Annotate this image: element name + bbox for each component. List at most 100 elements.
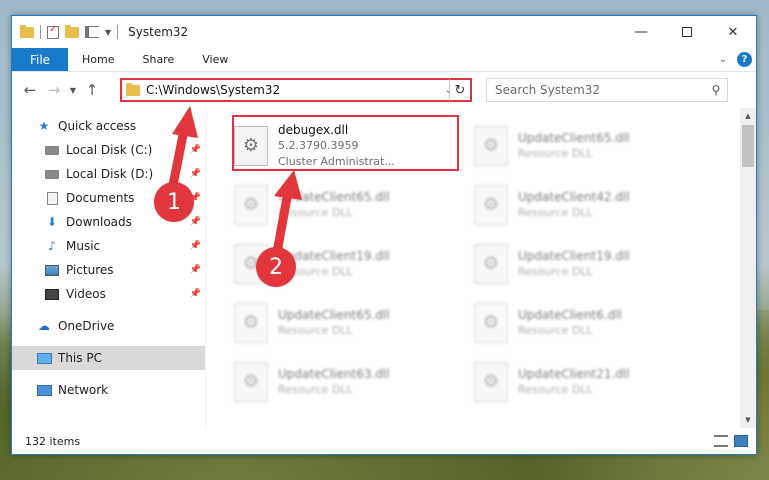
tab-share[interactable]: Share (128, 48, 188, 71)
vertical-scrollbar[interactable]: ▲ ▼ (740, 108, 756, 428)
file-tile[interactable]: ⚙ UpdateClient6.dll Resource DLL (470, 293, 710, 352)
file-detail: Resource DLL (518, 323, 593, 337)
sidebar-item-this-pc[interactable]: This PC (12, 346, 205, 370)
tab-view[interactable]: View (188, 48, 242, 71)
sidebar-item-label: Quick access (58, 119, 137, 133)
search-input[interactable] (495, 83, 705, 97)
up-button[interactable]: ↑ (80, 78, 104, 102)
file-name: UpdateClient21.dll (518, 366, 630, 381)
file-info: UpdateClient42.dll Resource DLL (518, 189, 630, 221)
tab-file[interactable]: File (12, 48, 68, 71)
navigation-bar: ← → ▼ ↑ C:\Windows\System32 ⌄ ↻ ⚲ (12, 72, 756, 108)
file-name: UpdateClient6.dll (518, 307, 622, 322)
file-name: UpdateClient65.dll (278, 307, 390, 322)
file-tile[interactable]: ⚙ UpdateClient63.dll Resource DLL (230, 352, 470, 411)
forward-button[interactable]: → (42, 78, 66, 102)
details-view-icon[interactable] (714, 435, 728, 447)
sidebar-item-label: Network (58, 383, 109, 397)
file-info: UpdateClient21.dll Resource DLL (518, 366, 630, 398)
sidebar-item-onedrive[interactable]: ☁ OneDrive (12, 314, 205, 338)
window-title: System32 (128, 25, 189, 39)
refresh-icon: ↻ (454, 82, 466, 98)
file-info: UpdateClient65.dll Resource DLL (518, 130, 630, 162)
dll-file-gear-icon: ⚙ (474, 125, 508, 166)
callout-badge-2: 2 (256, 247, 296, 287)
file-detail: Resource DLL (278, 382, 353, 396)
hard-disk-icon (44, 167, 60, 181)
scroll-up-chevron-icon[interactable]: ▲ (740, 108, 756, 124)
pin-icon: 📌 (189, 289, 201, 299)
sidebar-item-network[interactable]: Network (12, 378, 205, 402)
file-info: UpdateClient65.dll Resource DLL (278, 307, 390, 339)
address-path[interactable]: C:\Windows\System32 (146, 83, 441, 97)
view-options-icon[interactable] (85, 26, 99, 38)
sidebar-item-pictures[interactable]: Pictures 📌 (12, 258, 205, 282)
quick-access-toolbar: ▼ (12, 24, 119, 39)
customize-toolbar-chevron-icon[interactable]: ▼ (105, 28, 111, 37)
search-icon[interactable]: ⚲ (705, 83, 727, 97)
network-icon (36, 383, 52, 397)
dll-file-gear-icon: ⚙ (474, 302, 508, 343)
file-tile[interactable]: ⚙ UpdateClient19.dll Resource DLL (470, 234, 710, 293)
address-bar[interactable]: C:\Windows\System32 ⌄ (120, 78, 459, 102)
file-info: UpdateClient19.dll Resource DLL (518, 248, 630, 280)
file-detail: Resource DLL (518, 264, 593, 278)
tiles-view-icon[interactable] (734, 435, 748, 447)
ribbon-tabs: File Home Share View ⌄ ? (12, 48, 756, 72)
help-icon[interactable]: ? (737, 52, 752, 67)
sidebar-item-label: Music (66, 239, 101, 253)
sidebar-item-videos[interactable]: Videos 📌 (12, 282, 205, 306)
file-detail: Resource DLL (518, 382, 593, 396)
dll-file-gear-icon: ⚙ (474, 361, 508, 402)
properties-icon[interactable] (47, 24, 59, 39)
file-name: UpdateClient65.dll (518, 130, 630, 145)
refresh-button[interactable]: ↻ (449, 78, 472, 102)
pictures-icon (44, 263, 60, 277)
sidebar-item-label: Local Disk (D:) (66, 167, 154, 181)
sidebar-item-label: Documents (66, 191, 135, 205)
file-info: UpdateClient6.dll Resource DLL (518, 307, 622, 339)
minimize-button[interactable]: — (618, 16, 664, 48)
toolbar-separator (117, 25, 119, 39)
close-button[interactable]: ✕ (710, 16, 756, 48)
file-tile[interactable]: ⚙ UpdateClient65.dll Resource DLL (470, 116, 710, 175)
up-arrow-icon: ↑ (85, 81, 99, 99)
dll-file-gear-icon: ⚙ (474, 184, 508, 225)
maximize-button[interactable] (664, 16, 710, 48)
title-bar: ▼ System32 — ✕ (12, 16, 756, 48)
sidebar-item-label: This PC (58, 351, 102, 365)
back-arrow-icon: ← (23, 81, 37, 99)
sidebar-item-music[interactable]: ♪ Music 📌 (12, 234, 205, 258)
chevron-down-icon: ▼ (69, 85, 77, 95)
expand-ribbon-chevron-icon[interactable]: ⌄ (719, 54, 727, 65)
pin-icon: 📌 (189, 241, 201, 251)
download-arrow-icon: ⬇ (46, 215, 58, 229)
pin-icon: 📌 (189, 265, 201, 275)
scroll-down-chevron-icon[interactable]: ▼ (740, 412, 756, 428)
file-name: UpdateClient19.dll (518, 248, 630, 263)
scroll-thumb[interactable] (742, 125, 754, 167)
sidebar-item-label: Downloads (66, 215, 132, 229)
file-highlight-annotation (232, 115, 459, 171)
sidebar-item-label: Local Disk (C:) (66, 143, 153, 157)
new-folder-icon[interactable] (65, 24, 79, 38)
hard-disk-icon (44, 143, 60, 157)
file-tile[interactable]: ⚙ UpdateClient42.dll Resource DLL (470, 175, 710, 234)
back-button[interactable]: ← (18, 78, 42, 102)
recent-locations-button[interactable]: ▼ (66, 78, 80, 102)
sidebar-item-label: Videos (66, 287, 106, 301)
cloud-icon: ☁ (38, 319, 50, 333)
folder-icon (20, 24, 34, 38)
forward-arrow-icon: → (47, 81, 61, 99)
search-box[interactable]: ⚲ (486, 78, 728, 102)
file-name: UpdateClient63.dll (278, 366, 390, 381)
computer-icon (36, 351, 52, 365)
file-tile[interactable]: ⚙ UpdateClient21.dll Resource DLL (470, 352, 710, 411)
tab-home[interactable]: Home (68, 48, 128, 71)
toolbar-separator (40, 25, 41, 39)
star-icon: ★ (38, 119, 50, 133)
item-count: 132 items (25, 434, 81, 448)
pin-icon: 📌 (189, 217, 201, 227)
file-tile[interactable]: ⚙ UpdateClient65.dll Resource DLL (230, 293, 470, 352)
film-strip-icon (44, 287, 60, 301)
